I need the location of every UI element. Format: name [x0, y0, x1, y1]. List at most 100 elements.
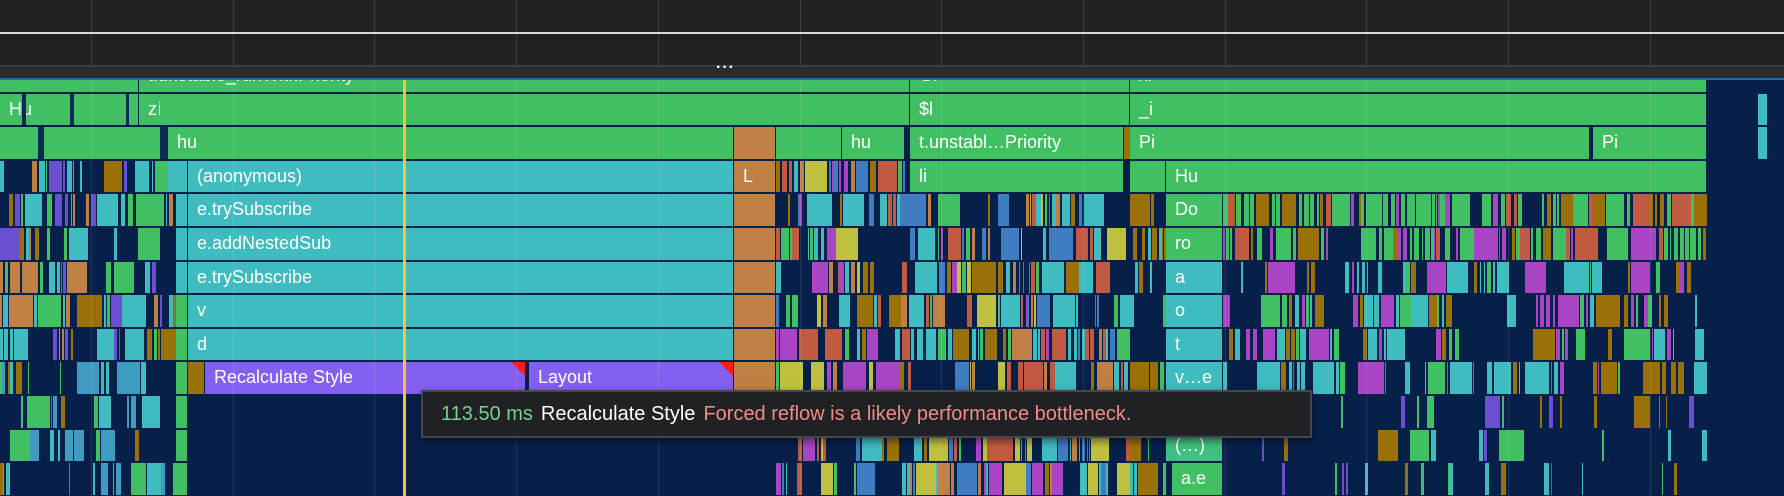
flame-slice[interactable]	[1703, 228, 1706, 262]
flame-slice[interactable]	[1330, 328, 1333, 363]
flame-slice[interactable]	[65, 429, 73, 464]
flame-slice[interactable]	[1031, 261, 1036, 296]
flame-slice[interactable]	[1055, 194, 1061, 228]
flame-slice[interactable]	[1294, 295, 1300, 329]
flame-slice[interactable]	[1444, 194, 1450, 228]
flame-slice[interactable]	[997, 194, 1010, 228]
flame-slice[interactable]	[92, 463, 96, 496]
flame-slice[interactable]	[1048, 194, 1051, 228]
flame-slice[interactable]	[1686, 261, 1691, 296]
flame-slice[interactable]	[836, 228, 858, 262]
flame-slice[interactable]	[814, 228, 819, 262]
flame-slice[interactable]	[947, 261, 952, 296]
flame-slice[interactable]	[1501, 463, 1506, 496]
flame-slice[interactable]	[1114, 295, 1119, 329]
flame-slice[interactable]	[1564, 328, 1569, 363]
flame-slice[interactable]	[103, 160, 123, 195]
flame-slice[interactable]	[1075, 295, 1078, 329]
flame-slice[interactable]	[1400, 194, 1406, 228]
track-resize-bar[interactable]: ···	[0, 59, 1784, 78]
flame-slice[interactable]	[1361, 261, 1366, 296]
flame-slice[interactable]	[61, 396, 65, 430]
flame-slice[interactable]	[1052, 328, 1067, 363]
flame-slice[interactable]	[47, 194, 53, 228]
flame-slice[interactable]	[1110, 328, 1116, 363]
flame-slice[interactable]	[1659, 194, 1665, 228]
flame-slice[interactable]	[153, 328, 157, 363]
flame-slice[interactable]	[7, 362, 10, 396]
flame-slice[interactable]	[1116, 463, 1130, 496]
flame-slice[interactable]	[1689, 396, 1694, 430]
flame-slice[interactable]	[1135, 261, 1138, 296]
flame-event[interactable]	[734, 261, 776, 296]
flame-slice[interactable]	[1096, 295, 1100, 329]
flame-slice[interactable]	[874, 295, 878, 329]
flame-slice[interactable]	[985, 328, 998, 363]
flame-slice[interactable]	[1257, 228, 1262, 262]
flame-event[interactable]: $l	[910, 93, 1130, 128]
flame-event[interactable]: Do	[1166, 194, 1223, 228]
flame-slice[interactable]	[1246, 328, 1250, 363]
flame-slice[interactable]	[927, 194, 932, 228]
flame-slice[interactable]	[119, 328, 121, 363]
flame-slice[interactable]	[1441, 328, 1446, 363]
flame-slice[interactable]	[20, 228, 25, 262]
flame-slice[interactable]	[121, 295, 146, 329]
flame-slice[interactable]	[1472, 362, 1475, 396]
flame-slice[interactable]	[160, 295, 163, 329]
flame-slice[interactable]	[1276, 194, 1281, 228]
flame-slice[interactable]	[1547, 194, 1551, 228]
flame-slice[interactable]	[66, 295, 70, 329]
flame-slice[interactable]	[1663, 228, 1669, 262]
flame-slice[interactable]	[1563, 261, 1589, 296]
flame-slice[interactable]	[1046, 328, 1050, 363]
flame-slice[interactable]	[869, 194, 874, 228]
flame-slice[interactable]	[929, 295, 933, 329]
flame-slice[interactable]	[953, 328, 970, 363]
flame-slice[interactable]	[1575, 328, 1586, 363]
flame-slice[interactable]	[1550, 362, 1553, 396]
flame-event[interactable]	[176, 429, 188, 464]
flame-slice[interactable]	[86, 127, 100, 161]
flame-slice[interactable]	[99, 396, 112, 430]
flame-slice[interactable]	[106, 295, 111, 329]
flame-slice[interactable]	[779, 328, 797, 363]
flame-slice[interactable]	[1138, 463, 1159, 496]
flame-slice[interactable]	[1435, 228, 1441, 262]
flame-slice[interactable]	[38, 160, 44, 195]
flame-slice[interactable]	[1630, 261, 1650, 296]
flame-slice[interactable]	[1410, 261, 1416, 296]
flame-slice[interactable]	[1654, 328, 1665, 363]
flame-slice[interactable]	[787, 194, 790, 228]
flame-slice[interactable]	[115, 93, 120, 128]
flame-slice[interactable]	[69, 228, 89, 262]
flame-slice[interactable]	[843, 160, 849, 195]
flame-slice[interactable]	[901, 295, 907, 329]
flame-slice[interactable]	[1474, 261, 1477, 296]
flame-slice[interactable]	[894, 328, 900, 363]
flame-slice[interactable]	[857, 295, 873, 329]
flame-slice[interactable]	[1241, 261, 1244, 296]
flame-slice[interactable]	[902, 328, 910, 363]
flame-slice[interactable]	[1633, 194, 1649, 228]
flame-slice[interactable]	[829, 160, 831, 195]
flame-slice[interactable]	[1589, 261, 1592, 296]
flame-slice[interactable]	[131, 396, 137, 430]
flame-slice[interactable]	[1335, 463, 1338, 496]
flame-slice[interactable]	[1666, 194, 1672, 228]
flame-slice[interactable]	[1480, 261, 1482, 296]
flame-slice[interactable]	[1593, 194, 1605, 228]
flame-slice[interactable]	[113, 261, 134, 296]
flame-slice[interactable]	[1234, 228, 1249, 262]
flame-slice[interactable]	[1053, 295, 1076, 329]
flame-slice[interactable]	[1378, 261, 1382, 296]
flame-slice[interactable]	[1525, 261, 1546, 296]
flame-slice[interactable]	[1023, 261, 1025, 296]
flame-slice[interactable]	[971, 328, 976, 363]
flame-slice[interactable]	[1540, 295, 1544, 329]
flame-slice[interactable]	[52, 396, 58, 430]
flame-slice[interactable]	[1499, 228, 1501, 262]
flame-slice[interactable]	[1559, 396, 1562, 430]
flame-slice[interactable]	[1624, 328, 1650, 363]
flame-slice[interactable]	[834, 463, 837, 496]
